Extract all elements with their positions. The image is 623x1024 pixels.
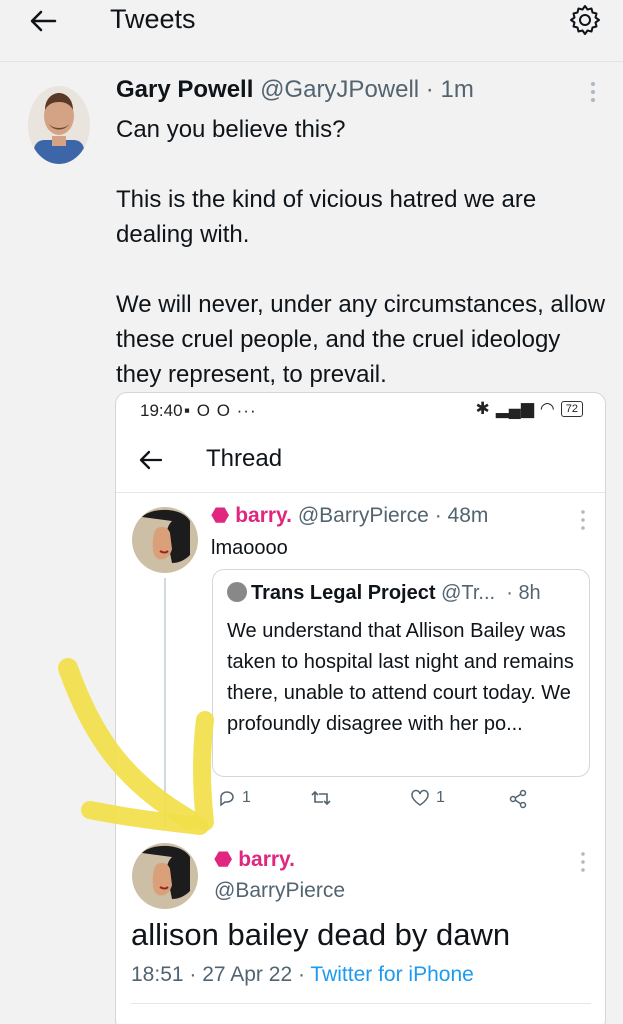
top-app-bar: Tweets: [0, 0, 623, 62]
quoted-author-handle: @Tr...: [441, 582, 496, 604]
tweet-metadata: 18:51 · 27 Apr 22 · Twitter for iPhone: [131, 963, 474, 987]
heart-icon: [411, 789, 429, 806]
reply-count: 1: [242, 789, 251, 806]
divider: [131, 1003, 591, 1004]
tweet-paragraph: This is the kind of vicious hatred we ar…: [116, 186, 537, 248]
tweet-header: ⬣ barry.: [214, 847, 295, 872]
avatar: [132, 843, 198, 909]
author-handle: @BarryPierce: [214, 879, 346, 902]
reply-action: 1: [218, 789, 251, 807]
author-name: barry.: [235, 504, 292, 527]
phone-status-bar: 19:40 ▪ O O ··· ✱ ▂▄▆ ◠ 72: [116, 393, 605, 429]
status-notification-icons: ▪ O O ···: [184, 401, 257, 420]
reply-icon: [220, 791, 234, 807]
retweet-icon: [310, 789, 332, 807]
page-title: Tweets: [110, 4, 196, 34]
thread-title: Thread: [206, 445, 283, 472]
more-options-icon: [578, 851, 588, 873]
wifi-icon: ◠: [539, 399, 555, 418]
author-name[interactable]: Gary Powell: [116, 76, 253, 103]
avatar: [227, 582, 247, 602]
more-options-icon[interactable]: [586, 80, 600, 104]
author-handle: @BarryPierce: [297, 504, 429, 527]
tweet-header: Gary Powell @GaryJPowell · 1m: [116, 76, 474, 104]
tweet-source: Twitter for iPhone: [310, 963, 474, 986]
tweet-time: 1m: [440, 76, 474, 103]
like-count: 1: [436, 789, 445, 806]
settings-gear-icon[interactable]: [568, 3, 602, 37]
signal-icon: ▂▄▆: [495, 399, 534, 418]
like-action: 1: [410, 789, 445, 807]
avatar[interactable]: [28, 86, 90, 164]
back-arrow-icon: [138, 447, 164, 473]
tweet-paragraph: We will never, under any circumstances, …: [116, 291, 606, 388]
tweet-body: Can you believe this? This is the kind o…: [116, 112, 611, 427]
back-arrow-icon[interactable]: [26, 4, 60, 38]
quoted-tweet-time: 8h: [518, 582, 541, 604]
quoted-tweet-body: We understand that Allison Bailey was ta…: [227, 620, 574, 735]
tweet-date: 18:51 · 27 Apr 22 ·: [131, 963, 311, 986]
tweet-header: ⬣ barry. @BarryPierce · 48m: [211, 504, 489, 527]
bluetooth-icon: ✱: [475, 399, 490, 418]
verified-badge-icon: ⬣: [211, 504, 230, 527]
separator: ·: [419, 76, 441, 103]
tweet-actions: 1 1: [212, 789, 552, 815]
tweet-body: lmaoooo: [211, 537, 288, 559]
share-icon: [508, 789, 528, 809]
status-time: 19:40: [140, 401, 183, 420]
battery-icon: 72: [560, 401, 583, 417]
verified-badge-icon: ⬣: [214, 848, 233, 871]
tweet-paragraph: Can you believe this?: [116, 116, 346, 143]
attached-screenshot[interactable]: 19:40 ▪ O O ··· ✱ ▂▄▆ ◠ 72 Thread ⬣ barr…: [115, 392, 606, 1024]
author-name: barry.: [238, 848, 295, 871]
thread-header: Thread: [116, 433, 605, 493]
author-handle: @GaryJPowell: [260, 76, 420, 103]
tweet-time: 48m: [447, 504, 489, 527]
avatar: [132, 507, 198, 573]
quoted-author-name: Trans Legal Project: [251, 582, 436, 604]
more-options-icon: [578, 509, 588, 531]
quoted-tweet-card: Trans Legal Project @Tr... · 8h We under…: [212, 569, 590, 777]
thread-connector-line: [164, 578, 166, 828]
quoted-tweet-header: Trans Legal Project @Tr... · 8h: [227, 582, 541, 605]
tweet-body: allison bailey dead by dawn: [131, 917, 511, 952]
